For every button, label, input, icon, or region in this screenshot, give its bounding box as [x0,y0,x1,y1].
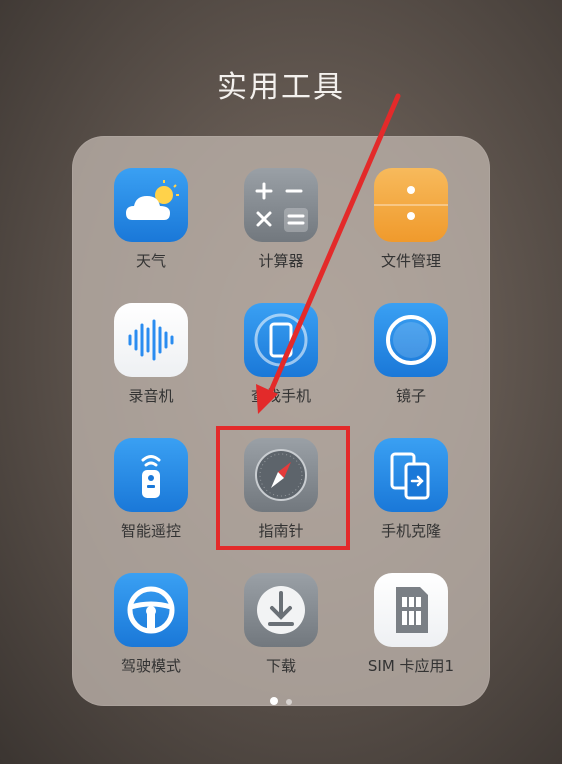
annotation-arrow [256,93,401,414]
